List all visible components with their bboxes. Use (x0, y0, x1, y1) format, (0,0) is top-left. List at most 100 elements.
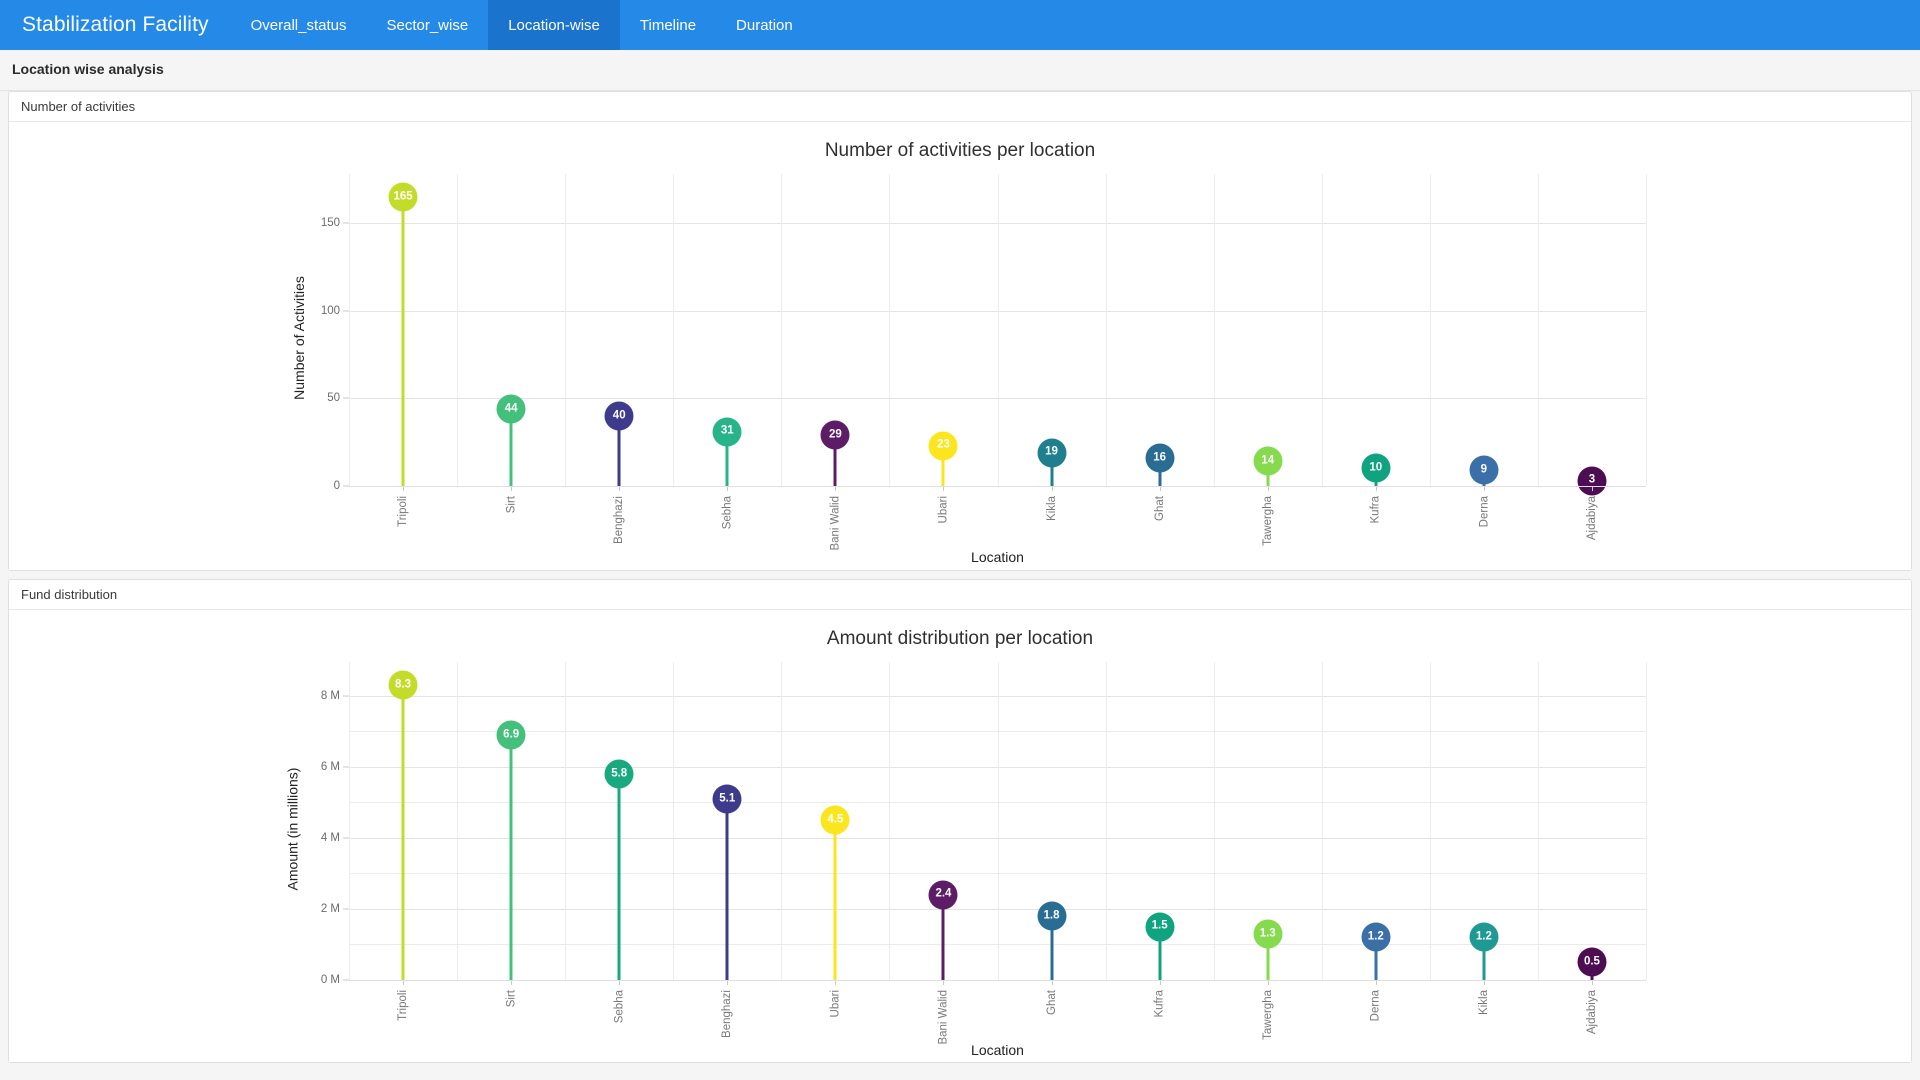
x-tick-label: Derna (1369, 990, 1382, 1022)
lollipop-marker[interactable]: 23 (928, 431, 958, 461)
y-tick-label: 8 M (320, 689, 340, 702)
lollipop-stem (509, 734, 513, 980)
lollipop-chart-amount[interactable]: Amount distribution per location 0 M 2 M 4 … (9, 610, 1911, 1062)
top-navbar: Stabilization Facility Overall_status Se… (0, 0, 1920, 50)
lollipop-stem (725, 798, 729, 980)
lollipop-marker[interactable]: 1.3 (1253, 919, 1283, 949)
gridline-vertical (673, 662, 675, 980)
x-tick-label: Ajdabiya (1585, 496, 1598, 541)
x-tick-label: Kikla (1477, 990, 1490, 1015)
x-axis-label: Location (971, 1042, 1024, 1058)
gridline-vertical (565, 174, 567, 486)
y-tick-label: 4 M (320, 831, 340, 844)
y-axis-label: Number of Activities (290, 276, 307, 400)
gridline-vertical (1537, 662, 1539, 980)
lollipop-marker[interactable]: 1.2 (1361, 922, 1391, 952)
gridline-vertical (1646, 174, 1647, 486)
plot-area: 0 M 2 M 4 M 6 M 8 M 8.3 Tripoli 6.9 Sirt 5.8 Sebha… (321, 662, 1647, 1045)
gridline-vertical (1213, 174, 1215, 486)
gridline-vertical (781, 662, 783, 980)
lollipop-marker[interactable]: 29 (820, 420, 850, 450)
gridline-vertical (889, 662, 891, 980)
lollipop-marker[interactable]: 165 (388, 182, 418, 212)
x-tick-label: Bani Walid (937, 990, 950, 1045)
gridline-vertical (1429, 174, 1431, 486)
x-tick-label: Derna (1477, 496, 1490, 528)
x-tick-label: Bani Walid (829, 496, 842, 551)
x-tick-label: Sebha (613, 990, 626, 1024)
page-title: Location wise analysis (0, 50, 1920, 91)
gridline-vertical (997, 662, 999, 980)
x-tick-label: Sirt (505, 990, 518, 1008)
lollipop-marker[interactable]: 16 (1145, 443, 1175, 473)
gridline-vertical (781, 174, 783, 486)
nav-tab-overall-status[interactable]: Overall_status (231, 0, 367, 50)
gridline-vertical (673, 174, 675, 486)
page-body: Number of activities Number of activitie… (0, 91, 1920, 1080)
x-tick-label: Kikla (1045, 496, 1058, 521)
x-axis-line (349, 980, 1646, 981)
gridline-vertical (1105, 174, 1107, 486)
x-tick-label: Tawergha (1261, 496, 1274, 546)
lollipop-marker[interactable]: 2.4 (928, 880, 958, 910)
y-tick-label: 0 M (320, 974, 340, 986)
gridline-vertical (1105, 662, 1107, 980)
panel-header-fund-distribution: Fund distribution (9, 580, 1911, 610)
x-axis-label: Location (971, 549, 1024, 565)
x-tick-label: Ghat (1045, 990, 1058, 1015)
x-tick-label: Tripoli (397, 990, 410, 1021)
lollipop-marker[interactable]: 31 (712, 417, 742, 447)
x-tick-label: Ubari (937, 496, 950, 524)
lollipop-marker[interactable]: 4.5 (820, 805, 850, 835)
gridline-vertical (457, 662, 459, 980)
lollipop-stem (617, 773, 621, 980)
lollipop-marker[interactable]: 1.5 (1145, 912, 1175, 942)
x-tick-label: Kufra (1369, 496, 1382, 524)
lollipop-marker[interactable]: 40 (604, 401, 634, 431)
lollipop-stem (833, 820, 837, 980)
y-axis-label: Amount (in millions) (284, 767, 301, 891)
gridline-vertical (349, 662, 350, 980)
chart-container-activities: Number of activities per location 0 50 100 1… (9, 122, 1911, 570)
plot-area: 0 50 100 150 165 Tripoli 44 Sirt 40 Benghazi 31 Seb… (321, 174, 1647, 551)
nav-tab-list: Overall_status Sector_wise Location-wise… (231, 0, 813, 50)
lollipop-stem (401, 685, 405, 980)
lollipop-marker[interactable]: 10 (1361, 453, 1391, 483)
nav-tab-duration[interactable]: Duration (716, 0, 813, 50)
lollipop-marker[interactable]: 8.3 (388, 670, 418, 700)
gridline-vertical (1213, 662, 1215, 980)
x-tick-label: Sebha (721, 496, 734, 530)
lollipop-marker[interactable]: 1.8 (1037, 901, 1067, 931)
panel-fund-distribution: Fund distribution Amount distribution pe… (8, 579, 1912, 1063)
gridline-vertical (889, 174, 891, 486)
chart-title: Number of activities per location (824, 140, 1096, 161)
x-tick-label: Kufra (1153, 990, 1166, 1018)
gridline-vertical (997, 174, 999, 486)
x-tick-label: Sirt (505, 496, 518, 514)
nav-tab-timeline[interactable]: Timeline (620, 0, 716, 50)
x-tick-label: Ajdabiya (1585, 990, 1598, 1035)
lollipop-chart-activities[interactable]: Number of activities per location 0 50 100 1… (9, 122, 1911, 570)
lollipop-marker[interactable]: 0.5 (1577, 947, 1607, 977)
lollipop-marker[interactable]: 1.2 (1469, 922, 1499, 952)
y-tick-label: 0 (333, 480, 340, 492)
x-tick-label: Ubari (829, 990, 842, 1018)
lollipop-marker[interactable]: 44 (496, 394, 526, 424)
gridline-vertical (1429, 662, 1431, 980)
nav-tab-sector-wise[interactable]: Sector_wise (366, 0, 488, 50)
lollipop-marker[interactable]: 19 (1037, 438, 1067, 468)
lollipop-marker[interactable]: 5.1 (712, 784, 742, 814)
lollipop-marker[interactable]: 14 (1253, 446, 1283, 476)
nav-tab-location-wise[interactable]: Location-wise (488, 0, 620, 50)
lollipop-stem (401, 196, 405, 486)
gridline-vertical (1321, 174, 1323, 486)
x-tick-label: Ghat (1153, 496, 1166, 521)
x-tick-label: Benghazi (721, 990, 734, 1038)
lollipop-marker[interactable]: 6.9 (496, 720, 526, 750)
gridline-vertical (1537, 174, 1539, 486)
lollipop-marker[interactable]: 5.8 (604, 759, 634, 789)
x-axis-line (349, 486, 1646, 487)
lollipop-marker[interactable]: 9 (1469, 455, 1499, 485)
y-tick-label: 2 M (320, 902, 340, 915)
chart-title: Amount distribution per location (826, 628, 1094, 649)
